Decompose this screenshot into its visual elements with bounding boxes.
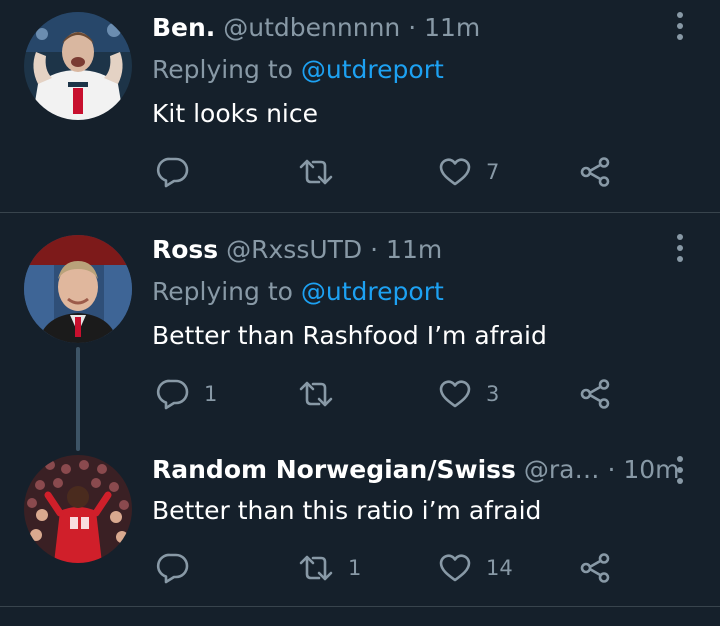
- tweet-divider: [0, 606, 720, 607]
- more-vertical-icon[interactable]: [668, 230, 692, 266]
- share-button[interactable]: [578, 152, 612, 192]
- separator-dot: ·: [408, 13, 417, 42]
- reply-icon: [156, 157, 189, 188]
- tweet-text: Better than Rashfood I’m afraid: [152, 321, 547, 350]
- more-vertical-icon[interactable]: [668, 8, 692, 44]
- retweet-button[interactable]: [298, 152, 348, 192]
- retweet-icon: [299, 159, 333, 185]
- tweet[interactable]: Ben. @utdbennnnn · 11m Replying to @utdr…: [0, 0, 720, 212]
- author-handle[interactable]: @ra…: [524, 455, 600, 484]
- author-name[interactable]: Ross: [152, 235, 218, 264]
- share-icon: [580, 157, 610, 187]
- tweet-text: Better than this ratio i’m afraid: [152, 496, 542, 525]
- reply-button[interactable]: [156, 548, 204, 588]
- reply-icon: [156, 379, 189, 410]
- author-handle[interactable]: @RxssUTD: [226, 235, 362, 264]
- like-button[interactable]: 3: [438, 374, 499, 414]
- more-vertical-icon[interactable]: [668, 452, 692, 488]
- author-name[interactable]: Random Norwegian/Swiss: [152, 455, 516, 484]
- share-button[interactable]: [578, 374, 612, 414]
- share-icon: [580, 379, 610, 409]
- reply-button[interactable]: [156, 152, 204, 192]
- tweet-header: Random Norwegian/Swiss @ra… · 10m: [152, 454, 680, 486]
- retweet-button[interactable]: [298, 374, 348, 414]
- retweet-icon: [299, 381, 333, 407]
- reply-button[interactable]: 1: [156, 374, 217, 414]
- tweet-text: Kit looks nice: [152, 99, 318, 128]
- author-handle[interactable]: @utdbennnnn: [223, 13, 400, 42]
- action-bar: 7: [0, 152, 720, 192]
- like-count: 14: [486, 556, 513, 580]
- separator-dot: ·: [607, 455, 616, 484]
- replying-to: Replying to @utdreport: [152, 54, 444, 86]
- avatar[interactable]: [24, 235, 132, 343]
- tweet-timestamp[interactable]: 11m: [386, 235, 442, 264]
- like-button[interactable]: 14: [438, 548, 513, 588]
- tweet[interactable]: Random Norwegian/Swiss @ra… · 10m Better…: [0, 433, 720, 605]
- mention-link[interactable]: @utdreport: [301, 55, 444, 84]
- like-button[interactable]: 7: [438, 152, 499, 192]
- like-count: 3: [486, 382, 500, 406]
- replying-to-label: Replying to: [152, 277, 293, 306]
- tweet-feed: Ben. @utdbennnnn · 11m Replying to @utdr…: [0, 0, 720, 626]
- retweet-count: 1: [348, 556, 362, 580]
- like-count: 7: [486, 160, 500, 184]
- tweet-timestamp[interactable]: 11m: [424, 13, 480, 42]
- reply-icon: [156, 553, 189, 584]
- share-icon: [580, 553, 610, 583]
- share-button[interactable]: [578, 548, 612, 588]
- reply-count: 1: [204, 382, 218, 406]
- heart-icon: [439, 158, 471, 186]
- mention-link[interactable]: @utdreport: [301, 277, 444, 306]
- avatar[interactable]: [24, 12, 132, 120]
- action-bar: 1 3: [0, 374, 720, 414]
- replying-to-label: Replying to: [152, 55, 293, 84]
- heart-icon: [439, 380, 471, 408]
- replying-to: Replying to @utdreport: [152, 276, 444, 308]
- retweet-button[interactable]: 1: [298, 548, 361, 588]
- separator-dot: ·: [370, 235, 379, 264]
- tweet[interactable]: Ross @RxssUTD · 11m Replying to @utdrepo…: [0, 213, 720, 451]
- retweet-icon: [299, 555, 333, 581]
- heart-icon: [439, 554, 471, 582]
- author-name[interactable]: Ben.: [152, 13, 215, 42]
- avatar[interactable]: [24, 455, 132, 563]
- tweet-header: Ben. @utdbennnnn · 11m: [152, 12, 480, 44]
- tweet-header: Ross @RxssUTD · 11m: [152, 234, 442, 266]
- action-bar: 1 14: [0, 548, 720, 588]
